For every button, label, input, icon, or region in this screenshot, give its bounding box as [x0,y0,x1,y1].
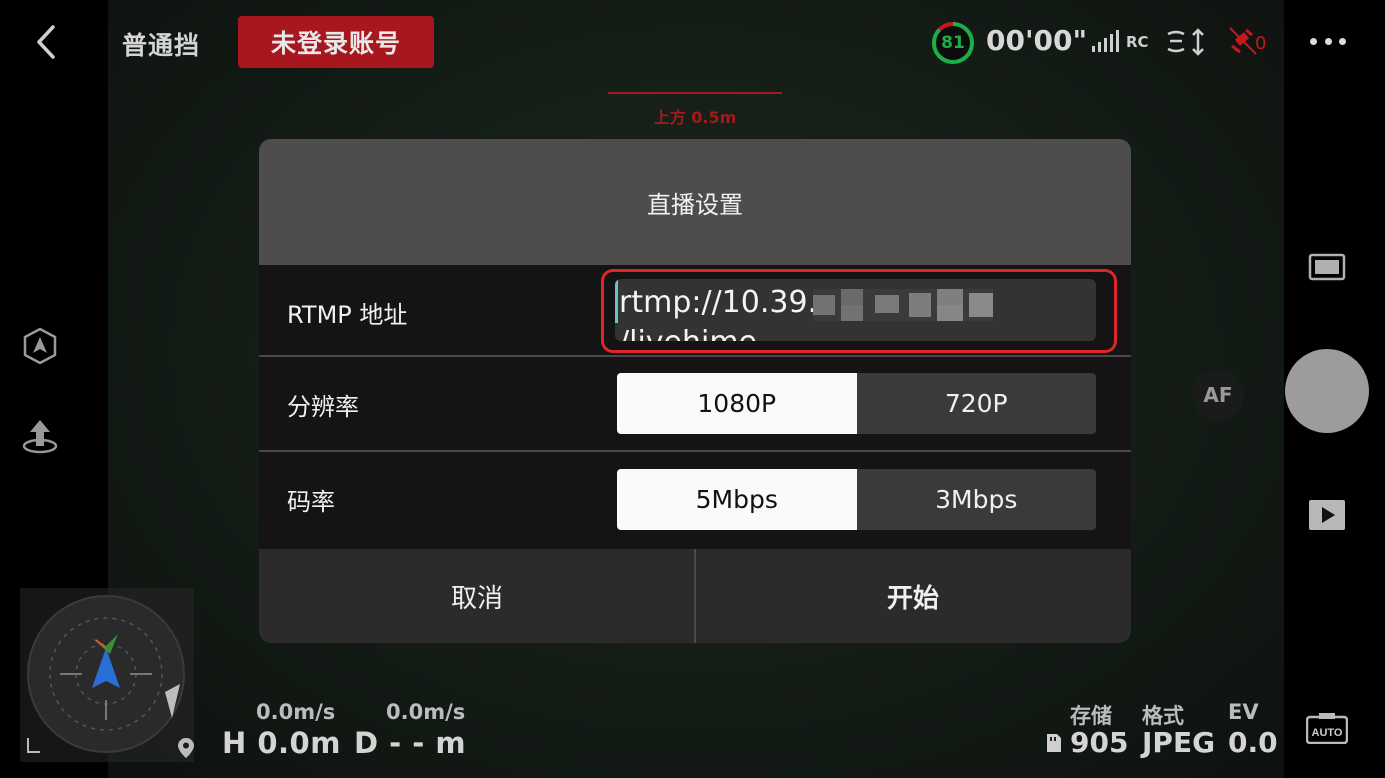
auto-exposure-icon[interactable]: AUTO [1306,712,1348,744]
vision-sensor-icon [1167,28,1204,56]
more-dots-icon [1310,37,1317,45]
vertical-speed: 0.0m/s [386,700,466,724]
photo-mode-icon[interactable] [1308,252,1346,282]
battery-percent: 81 [941,33,965,53]
obstacle-warning-line [608,92,782,94]
dialog-title: 直播设置 [259,139,1131,265]
height-readout: H 0.0m [222,726,341,760]
resolution-row: 分辨率 1080P 720P [259,357,1131,450]
distance-readout: D - - m [354,726,467,760]
bitrate-option-5mbps[interactable]: 5Mbps [617,469,857,530]
resolution-option-1080p[interactable]: 1080P [617,373,857,434]
live-stream-settings-dialog: 直播设置 RTMP 地址 rtmp://10.39. /livehime 分辨率 [259,139,1131,643]
bitrate-option-3mbps[interactable]: 3Mbps [856,469,1096,530]
obstacle-warning-text: 上方 0.5m [653,108,737,127]
login-status-badge[interactable]: 未登录账号 [238,16,434,68]
exposure-value[interactable]: 0.0 [1228,726,1278,759]
mini-map[interactable] [20,588,194,762]
rtmp-label: RTMP 地址 [287,301,408,329]
flight-mode-label[interactable]: 普通挡 [122,26,200,62]
url-highlight-box [601,269,1117,353]
storage-remaining[interactable]: 905 [1070,726,1128,759]
cancel-button[interactable]: 取消 [259,549,695,643]
auto-label: AUTO [1312,727,1343,739]
rtmp-row: RTMP 地址 rtmp://10.39. /livehime [259,265,1131,355]
ev-label: EV [1228,700,1259,724]
autofocus-button[interactable]: AF [1192,369,1244,421]
resolution-label: 分辨率 [287,393,359,421]
flight-time: 00'00" [986,24,1088,57]
resolution-option-720p[interactable]: 720P [856,373,1096,434]
footer-divider [694,549,696,643]
smart-track-icon[interactable] [20,326,60,366]
back-button[interactable] [28,24,64,60]
gps-satellite-count: 0 [1255,33,1267,54]
rc-signal-icon [1092,30,1119,52]
resolution-selector: 1080P 720P [617,373,1096,434]
sd-card-icon [1047,734,1061,752]
horizontal-speed: 0.0m/s [256,700,336,724]
compass-rose [27,595,185,753]
location-pin-icon[interactable] [176,736,196,760]
shutter-button[interactable] [1285,349,1369,433]
chevron-left-icon [37,25,55,59]
dialog-footer: 取消 开始 [259,549,1131,643]
start-button[interactable]: 开始 [695,549,1131,643]
takeoff-icon[interactable] [20,416,60,456]
playback-icon[interactable] [1308,499,1346,531]
more-menu-button[interactable] [1310,30,1346,52]
rc-label: RC [1126,33,1149,51]
bitrate-selector: 5Mbps 3Mbps [617,469,1096,530]
bitrate-row: 码率 5Mbps 3Mbps [259,452,1131,549]
photo-format[interactable]: JPEG [1142,726,1215,759]
bitrate-label: 码率 [287,488,335,516]
gps-icon [1229,27,1257,55]
